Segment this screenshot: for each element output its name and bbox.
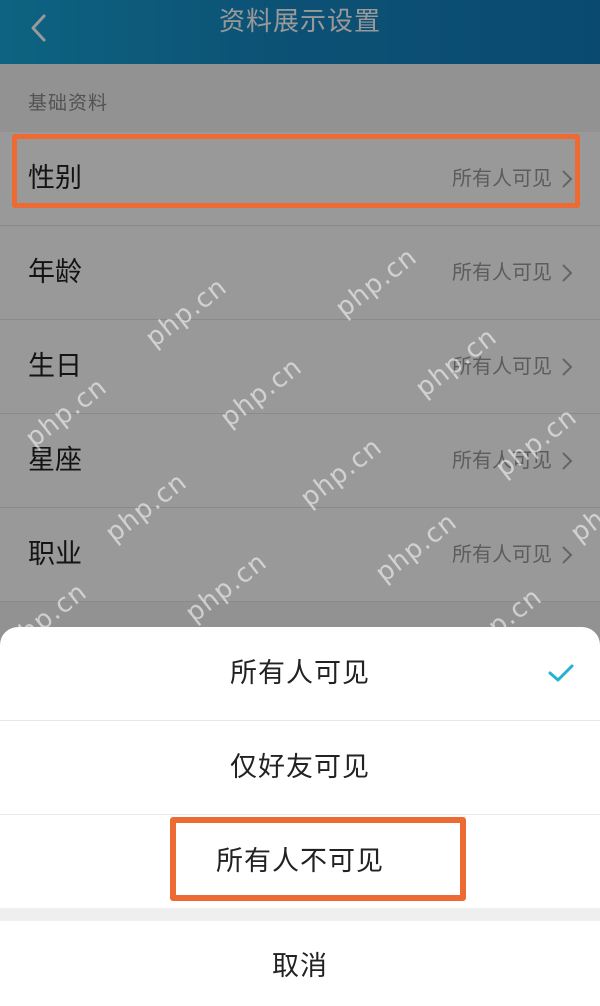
option-visible-to-all[interactable]: 所有人可见 [0,627,600,721]
sheet-divider [0,908,600,921]
cancel-label: 取消 [272,951,328,982]
option-visible-to-none[interactable]: 所有人不可见 [0,815,600,908]
cancel-button[interactable]: 取消 [0,921,600,1006]
option-label: 仅好友可见 [230,752,370,783]
option-friends-only[interactable]: 仅好友可见 [0,721,600,815]
option-label: 所有人可见 [230,658,370,689]
visibility-action-sheet: 所有人可见 仅好友可见 所有人不可见 取消 [0,627,600,1006]
option-label: 所有人不可见 [216,846,384,877]
checkmark-icon [548,664,574,682]
